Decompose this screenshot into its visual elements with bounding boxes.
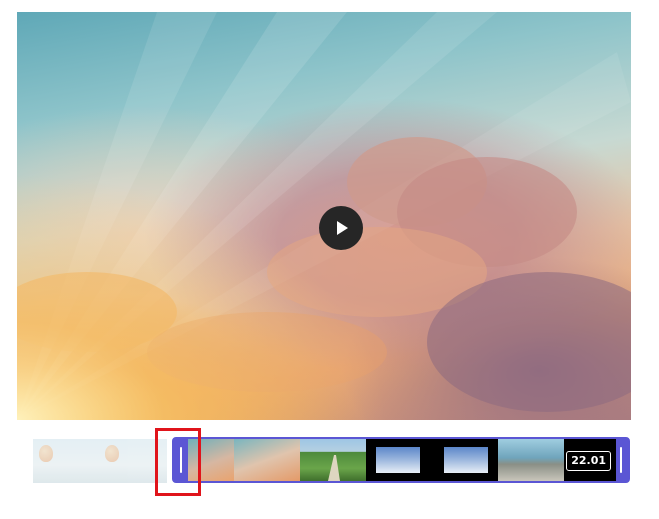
thumbnail-strip: 22.01 (188, 439, 616, 481)
grip-icon (620, 447, 622, 473)
thumbnail-frame (188, 439, 234, 481)
balloon-thumbnail-graphic (39, 445, 53, 462)
play-icon (337, 221, 348, 235)
trim-start-handle[interactable] (174, 439, 188, 481)
video-timeline[interactable]: 22.01 (33, 437, 633, 483)
grip-icon (180, 447, 182, 473)
trim-end-handle[interactable] (614, 439, 628, 481)
thumbnail-frame (366, 439, 432, 481)
balloon-thumbnail-graphic (105, 445, 119, 462)
duration-label: 22.01 (566, 451, 611, 471)
thumbnail-frame: 22.01 (564, 439, 616, 481)
play-button[interactable] (319, 206, 363, 250)
thumbnail-frame (432, 439, 498, 481)
thumbnail-frame (234, 439, 300, 481)
thumbnail-frame (300, 439, 366, 481)
trimmed-out-region (33, 439, 167, 483)
video-preview[interactable] (17, 12, 631, 420)
thumbnail-frame (498, 439, 564, 481)
trim-selection[interactable]: 22.01 (172, 437, 630, 483)
